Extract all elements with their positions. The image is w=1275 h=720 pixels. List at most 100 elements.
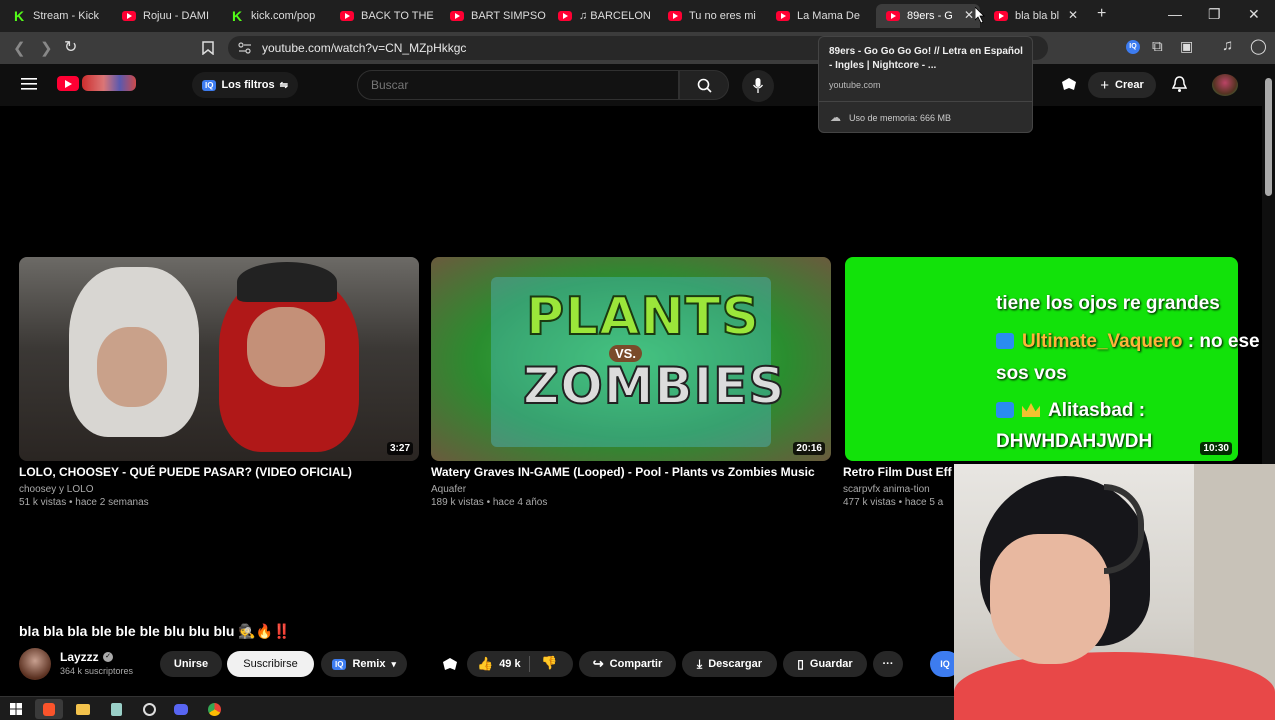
thumbnail-face <box>247 307 325 387</box>
save-label: Guardar <box>809 658 853 670</box>
video-meta: 189 k vistas • hace 4 años <box>431 497 548 508</box>
new-tab-icon[interactable]: + <box>1097 5 1106 23</box>
browser-tab[interactable]: bla bla bl ✕ <box>984 4 1084 28</box>
chat-badge-icon <box>996 333 1014 349</box>
download-label: Descargar <box>708 658 763 670</box>
sliders-icon: ⇋ <box>279 79 289 91</box>
restore-icon[interactable]: ❐ <box>1208 6 1221 23</box>
download-icon: ⤓ <box>696 656 703 671</box>
voice-search-button[interactable] <box>742 70 774 102</box>
subscriber-count: 364 k suscriptores <box>60 666 134 676</box>
browser-tab[interactable]: ♫ BARCELON <box>548 4 656 28</box>
search-button[interactable] <box>679 70 729 100</box>
discord-icon[interactable] <box>167 699 195 719</box>
dislike-icon[interactable]: 👎 <box>541 655 557 671</box>
extensions-icon[interactable]: ⧉ <box>1152 38 1163 55</box>
chrome-icon[interactable] <box>200 699 228 719</box>
save-button[interactable]: ▯ Guardar <box>783 651 867 677</box>
like-icon[interactable]: 👍 <box>477 656 493 672</box>
like-dislike-group: 👍 49 k 👎 <box>467 651 573 677</box>
video-title[interactable]: LOLO, CHOOSEY - QUÉ PUEDE PASAR? (VIDEO … <box>19 465 419 479</box>
video-channel[interactable]: choosey y LOLO <box>19 484 93 495</box>
brave-icon[interactable] <box>35 699 63 719</box>
obs-icon[interactable] <box>135 699 163 719</box>
back-icon[interactable]: ❮ <box>13 39 26 57</box>
forward-icon[interactable]: ❯ <box>40 39 53 57</box>
minimize-icon[interactable]: — <box>1168 6 1182 22</box>
tab-title: kick.com/pop <box>251 10 316 22</box>
save-icon: ▯ <box>797 657 804 671</box>
video-duration: 3:27 <box>386 442 413 455</box>
divider <box>529 656 530 672</box>
chat-message: DHWHDAHJWDH <box>996 431 1153 452</box>
share-button[interactable]: ↪ Compartir <box>579 651 676 677</box>
browser-tab[interactable]: K Stream - Kick <box>4 4 112 28</box>
media-controls-icon[interactable]: ♫ <box>1222 37 1233 54</box>
browser-tab-active[interactable]: 89ers - G ✕ <box>876 4 980 28</box>
download-button[interactable]: ⤓ Descargar <box>682 651 777 677</box>
browser-tab[interactable]: Rojuu - DAMI <box>112 4 220 28</box>
browser-tab[interactable]: Kkick.com/pop <box>222 4 330 28</box>
bookmark-icon[interactable] <box>202 41 214 55</box>
thumbnail-text: ZOMBIES <box>522 356 786 416</box>
reload-icon[interactable]: ↻ <box>64 37 77 57</box>
address-bar: ❮ ❯ ↻ youtube.com/watch?v=CN_MZpHkkgc IQ… <box>0 32 1275 64</box>
gamepad-icon[interactable] <box>1060 76 1078 94</box>
close-window-icon[interactable]: ✕ <box>1248 6 1260 23</box>
video-title[interactable]: Retro Film Dust Eff <box>843 465 955 479</box>
file-explorer-icon[interactable] <box>69 699 97 719</box>
iq-icon: IQ <box>202 79 217 91</box>
windows-start-icon[interactable] <box>2 699 30 719</box>
video-channel[interactable]: Aquafer <box>431 484 466 495</box>
watch-video-title: bla bla bla ble ble ble blu blu blu 🕵️🔥‼… <box>19 623 291 639</box>
iq-extension-icon[interactable]: IQ <box>1126 40 1140 54</box>
video-channel[interactable]: scarpvfx anima-tion <box>843 484 930 495</box>
crown-icon <box>1022 403 1040 417</box>
channel-name[interactable]: Layzzz <box>60 650 99 664</box>
kick-icon: K <box>14 8 25 24</box>
close-tab-icon[interactable]: ✕ <box>1068 8 1078 22</box>
youtube-header: IQ Los filtros ⇋ + Crear <box>0 64 1262 106</box>
webcam-overlay <box>954 464 1275 720</box>
iq-icon: IQ <box>331 658 347 670</box>
youtube-doodle[interactable] <box>82 75 136 91</box>
reading-list-icon[interactable]: ▣ <box>1180 38 1193 55</box>
join-button[interactable]: Unirse <box>160 651 222 677</box>
youtube-logo-icon[interactable] <box>57 76 79 91</box>
notifications-bell-icon[interactable] <box>1172 76 1187 93</box>
remix-button[interactable]: IQ Remix ▾ <box>321 651 407 677</box>
chat-username: Alitasbad : <box>1048 400 1146 421</box>
browser-tab[interactable]: La Mama De <box>766 4 874 28</box>
taskbar <box>0 696 954 720</box>
subscribe-button[interactable]: Suscribirse <box>227 651 314 677</box>
chat-message: Alitasbad : <box>996 400 1145 422</box>
channel-avatar[interactable] <box>19 648 51 680</box>
like-count[interactable]: 49 k <box>499 658 520 670</box>
notepad-icon[interactable] <box>102 699 130 719</box>
video-thumbnail[interactable]: 3:27 <box>19 257 419 461</box>
video-title[interactable]: Watery Graves IN-GAME (Looped) - Pool - … <box>431 465 831 479</box>
close-tab-icon[interactable]: ✕ <box>964 8 974 22</box>
browser-tab[interactable]: BART SIMPSO <box>440 4 548 28</box>
more-actions-button[interactable]: ··· <box>873 651 903 677</box>
remix-label: Remix <box>352 658 386 670</box>
profile-icon[interactable]: ◯ <box>1250 37 1267 55</box>
search-input[interactable] <box>357 70 679 100</box>
video-thumbnail[interactable]: PLANTS VS. ZOMBIES 20:16 <box>431 257 831 461</box>
video-meta: 51 k vistas • hace 2 semanas <box>19 497 149 508</box>
menu-icon[interactable] <box>21 78 37 90</box>
browser-tab[interactable]: Tu no eres mi <box>658 4 766 28</box>
tab-title: Tu no eres mi <box>689 10 756 22</box>
filters-button[interactable]: IQ Los filtros ⇋ <box>192 72 299 98</box>
site-settings-icon[interactable] <box>238 42 252 54</box>
microphone-icon <box>753 78 763 93</box>
scrollbar-thumb[interactable] <box>1265 78 1272 196</box>
tab-hover-card: 89ers - Go Go Go Go! // Letra en Español… <box>818 36 1033 133</box>
browser-tab[interactable]: BACK TO THE <box>330 4 438 28</box>
gamepad-icon[interactable] <box>441 656 459 674</box>
thumbnail-cap <box>237 262 337 302</box>
create-button[interactable]: + Crear <box>1088 72 1156 98</box>
chat-text: : no ese <box>1182 331 1260 352</box>
plus-icon: + <box>1100 76 1109 94</box>
account-avatar[interactable] <box>1212 74 1238 96</box>
